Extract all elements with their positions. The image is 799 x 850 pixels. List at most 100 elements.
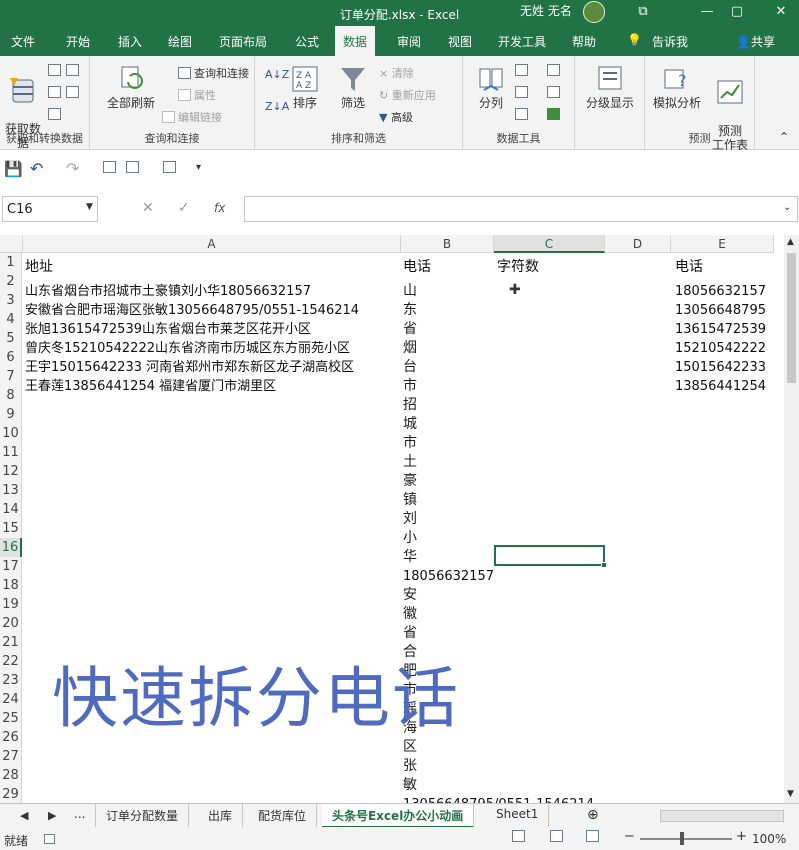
undo-icon[interactable]: ↶ (30, 159, 43, 178)
existing-connections-icon[interactable] (66, 86, 82, 99)
row-header[interactable]: 16 (0, 538, 22, 557)
text-to-columns-button[interactable]: 分列 (471, 64, 511, 110)
cell-e1[interactable]: 电话 (675, 258, 703, 277)
user-name[interactable]: 无姓 无名 (520, 2, 572, 19)
consolidate-icon[interactable] (547, 64, 563, 77)
cell-b29[interactable]: 13056648795/0551-1546214 (403, 795, 594, 803)
cell-c1[interactable]: 字符数 (497, 258, 539, 277)
cell-a6[interactable]: 王宇15015642233 河南省郑州市郑东新区龙子湖高校区 (25, 358, 401, 377)
row-header[interactable]: 21 (0, 633, 22, 652)
tab-draw[interactable]: 绘图 (168, 33, 192, 50)
from-web-icon[interactable] (48, 86, 64, 99)
row-header[interactable]: 7 (0, 367, 22, 386)
properties-button[interactable]: 属性 (178, 87, 216, 103)
tab-developer[interactable]: 开发工具 (498, 33, 546, 50)
row-header[interactable]: 11 (0, 443, 22, 462)
scroll-down-icon[interactable]: ▼ (787, 789, 794, 799)
clear-filter-button[interactable]: ⨯ 清除 (379, 65, 414, 81)
vertical-scrollbar[interactable]: ▲ ▼ (784, 235, 799, 803)
tell-me-search[interactable]: 告诉我 (652, 33, 688, 50)
cell-e3[interactable]: 13056648795 (675, 301, 766, 320)
cell-b-char[interactable]: 山 (403, 282, 423, 301)
cell-b-char[interactable]: 城 (403, 415, 423, 434)
page-break-view-icon[interactable] (586, 830, 602, 843)
sheet-tab-sheet1[interactable]: Sheet1 (486, 804, 550, 828)
name-box-dropdown-icon[interactable]: ▼ (86, 202, 93, 212)
tab-formulas[interactable]: 公式 (295, 33, 319, 50)
cell-e7[interactable]: 13856441254 (675, 377, 766, 396)
minimize-button[interactable]: — (690, 0, 724, 26)
sheet-tab-more[interactable]: ... (64, 804, 97, 828)
cell-b-char[interactable]: 华 (403, 548, 423, 567)
tab-page-layout[interactable]: 页面布局 (219, 33, 267, 50)
cell-a1[interactable]: 地址 (25, 258, 53, 277)
row-header[interactable]: 8 (0, 386, 22, 405)
tab-help[interactable]: 帮助 (572, 33, 596, 50)
fill-handle[interactable] (601, 562, 607, 568)
cell-b-char[interactable]: 台 (403, 358, 423, 377)
cell-b-char[interactable]: 豪 (403, 472, 423, 491)
formula-input[interactable] (244, 196, 798, 222)
print-preview-icon[interactable] (103, 161, 119, 174)
cell-e4[interactable]: 13615472539 (675, 320, 766, 339)
insert-function-icon[interactable]: fx (214, 201, 225, 215)
name-box[interactable]: C16 (2, 196, 98, 222)
selected-cell-c16[interactable] (494, 545, 607, 568)
row-header[interactable]: 15 (0, 519, 22, 538)
column-header-a[interactable]: A (23, 235, 401, 253)
row-header[interactable]: 4 (0, 310, 22, 329)
tab-review[interactable]: 审阅 (397, 33, 421, 50)
row-header[interactable]: 1 (0, 253, 22, 272)
data-validation-icon[interactable] (515, 108, 531, 121)
cell-a4[interactable]: 张旭13615472539山东省烟台市莱芝区花开小区 (25, 320, 311, 339)
column-header-b[interactable]: B (401, 235, 494, 253)
restore-button[interactable]: ▢ (720, 0, 754, 26)
column-header-e[interactable]: E (671, 235, 774, 253)
tab-home[interactable]: 开始 (66, 33, 90, 50)
sheet-tab-outbound[interactable]: 出库 (198, 804, 244, 828)
cell-a5[interactable]: 曾庆冬15210542222山东省济南市历城区东方丽苑小区 (25, 339, 401, 358)
select-all-corner[interactable] (0, 235, 23, 253)
scroll-thumb[interactable] (787, 253, 796, 383)
row-header[interactable]: 20 (0, 614, 22, 633)
ribbon-display-options-icon[interactable]: ⧉ (626, 0, 660, 26)
zoom-slider-thumb[interactable] (680, 832, 684, 845)
cell-b-char[interactable]: 刘 (403, 510, 423, 529)
refresh-all-button[interactable]: 全部刷新 (98, 64, 164, 110)
cell-b17[interactable]: 18056632157 (403, 567, 494, 586)
customize-qat-icon[interactable]: ▾ (196, 162, 201, 173)
tab-data[interactable]: 数据 (335, 26, 376, 56)
sheet-tab-location[interactable]: 配货库位 (248, 804, 318, 828)
cell-b-char[interactable]: 小 (403, 529, 423, 548)
cell-b1[interactable]: 电话 (403, 258, 431, 277)
row-header[interactable]: 19 (0, 595, 22, 614)
horizontal-scrollbar[interactable] (660, 810, 784, 822)
flash-fill-icon[interactable] (515, 64, 531, 77)
row-header[interactable]: 26 (0, 728, 22, 747)
collapse-ribbon-icon[interactable]: ⌃ (779, 130, 789, 144)
zoom-level[interactable]: 100% (752, 832, 786, 846)
cell-b-char[interactable]: 土 (403, 453, 423, 472)
recent-sources-icon[interactable] (66, 64, 82, 77)
cell-b-char[interactable]: 市 (403, 377, 423, 396)
remove-duplicates-icon[interactable] (515, 86, 531, 99)
row-header[interactable]: 24 (0, 690, 22, 709)
cell-b-char[interactable]: 镇 (403, 491, 423, 510)
prev-sheet-icon[interactable]: ◀ (20, 809, 28, 822)
scroll-up-icon[interactable]: ▲ (787, 237, 794, 247)
row-header[interactable]: 9 (0, 405, 22, 424)
cell-b-char[interactable]: 市 (403, 434, 423, 453)
what-if-analysis-button[interactable]: ? 模拟分析 (649, 64, 705, 110)
row-header[interactable]: 2 (0, 272, 22, 291)
form-icon[interactable] (163, 161, 179, 174)
macro-record-icon[interactable] (44, 832, 58, 845)
page-layout-view-icon[interactable] (550, 830, 566, 843)
row-header[interactable]: 18 (0, 576, 22, 595)
zoom-out-icon[interactable]: − (624, 829, 635, 844)
add-sheet-icon[interactable]: ⊕ (587, 807, 599, 823)
cell-b-char[interactable]: 省 (403, 320, 423, 339)
from-table-icon[interactable] (48, 108, 64, 121)
sheet-tab-order-quantity[interactable]: 订单分配数量 (96, 804, 190, 828)
outline-button[interactable]: 分级显示 (581, 64, 639, 110)
cancel-entry-icon[interactable]: ✕ (142, 200, 154, 216)
